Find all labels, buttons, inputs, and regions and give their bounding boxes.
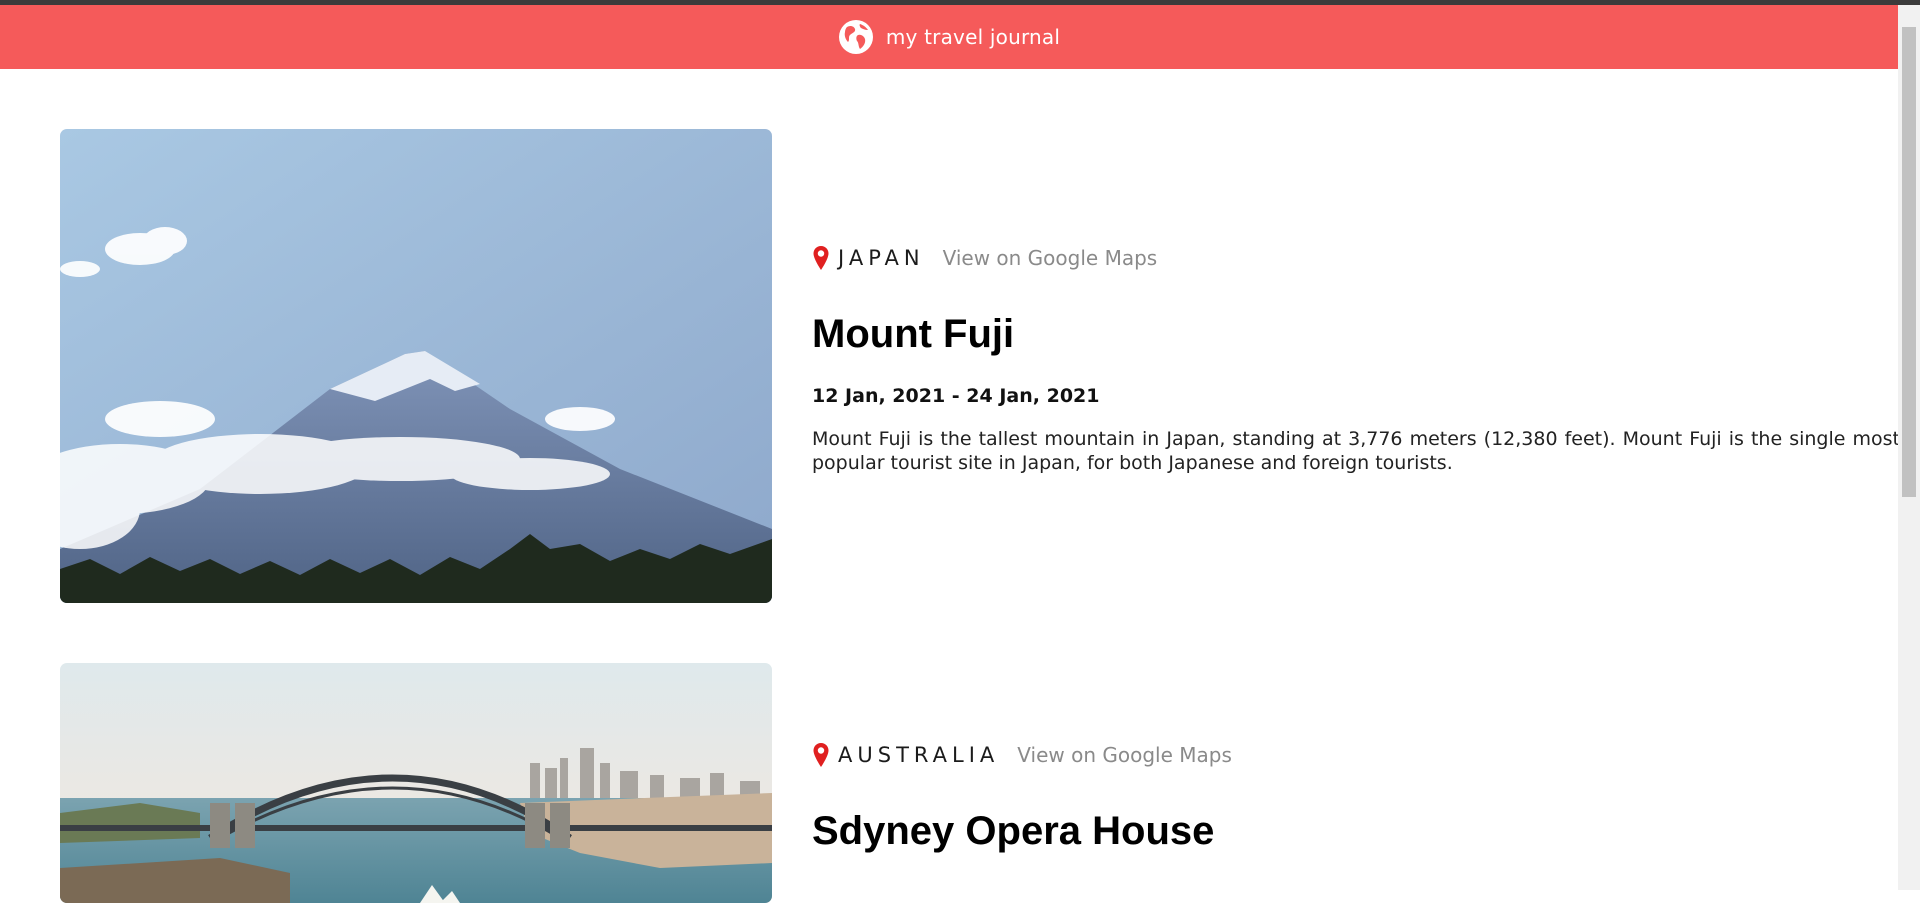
page-scrollbar[interactable]	[1898, 5, 1920, 890]
google-maps-link[interactable]: View on Google Maps	[1017, 743, 1232, 767]
entry-info: JAPAN View on Google Maps Mount Fuji 12 …	[812, 244, 1900, 494]
journal-entry: JAPAN View on Google Maps Mount Fuji 12 …	[60, 129, 1900, 603]
journal-entry: AUSTRALIA View on Google Maps Sdyney Ope…	[60, 663, 1840, 903]
site-title: my travel journal	[885, 25, 1061, 49]
scrollbar-thumb[interactable]	[1902, 27, 1916, 497]
entry-dates: 12 Jan, 2021 - 24 Jan, 2021	[812, 385, 1100, 407]
google-maps-link[interactable]: View on Google Maps	[943, 246, 1158, 270]
entry-location: JAPAN View on Google Maps	[812, 244, 1900, 272]
entry-country: JAPAN	[838, 246, 925, 270]
entry-title: Mount Fuji	[812, 312, 1015, 356]
entry-description: Mount Fuji is the tallest mountain in Ja…	[812, 428, 1900, 474]
entry-country: AUSTRALIA	[838, 743, 1000, 767]
entry-photo-sydney-opera-house	[60, 663, 772, 903]
entry-info: AUSTRALIA View on Google Maps Sdyney Ope…	[812, 741, 1900, 854]
entry-location: AUSTRALIA View on Google Maps	[812, 741, 1900, 769]
entry-title: Sdyney Opera House	[812, 809, 1215, 853]
location-pin-icon	[813, 743, 829, 767]
globe-icon	[838, 20, 873, 54]
entry-photo-mount-fuji	[60, 129, 772, 603]
site-header: my travel journal	[0, 5, 1898, 69]
location-pin-icon	[813, 246, 829, 270]
